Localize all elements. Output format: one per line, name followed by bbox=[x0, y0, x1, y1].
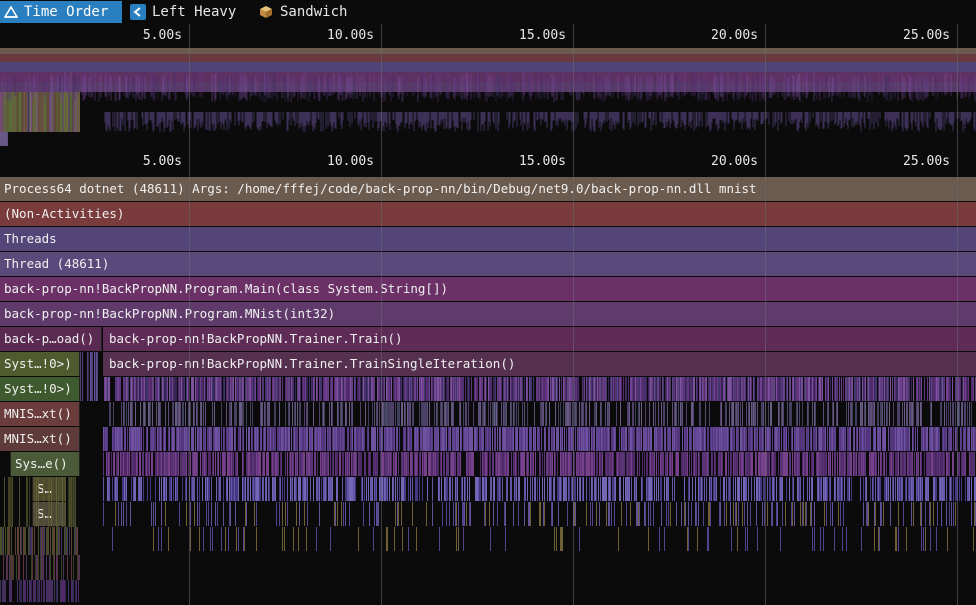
flame-gridline bbox=[381, 150, 382, 605]
flame-chart[interactable]: 5.00s 10.00s 15.00s 20.00s 25.00s Proces… bbox=[0, 150, 976, 605]
minimap-tick: 10.00s bbox=[327, 28, 374, 43]
tab-left-heavy[interactable]: Left Heavy bbox=[126, 1, 246, 23]
left-heavy-icon bbox=[130, 4, 146, 20]
flame-gridline bbox=[765, 150, 766, 605]
sandwich-icon bbox=[258, 4, 274, 20]
minimap-flame-overview bbox=[0, 48, 976, 150]
tab-sandwich[interactable]: Sandwich bbox=[254, 1, 364, 23]
tab-left-heavy-label: Left Heavy bbox=[152, 4, 237, 20]
minimap-sample-noise bbox=[0, 72, 976, 146]
minimap-gridline bbox=[189, 24, 190, 150]
minimap-tick: 20.00s bbox=[711, 28, 758, 43]
minimap[interactable]: 5.00s 10.00s 15.00s 20.00s 25.00s bbox=[0, 24, 976, 150]
time-order-icon bbox=[4, 6, 18, 18]
flame-gridline bbox=[189, 150, 190, 605]
minimap-gridline bbox=[381, 24, 382, 150]
minimap-gridline bbox=[765, 24, 766, 150]
minimap-time-axis: 5.00s 10.00s 15.00s 20.00s 25.00s bbox=[0, 24, 976, 48]
flame-sample-noise bbox=[0, 352, 976, 602]
minimap-tick: 25.00s bbox=[903, 28, 950, 43]
minimap-gridline bbox=[957, 24, 958, 150]
tab-sandwich-label: Sandwich bbox=[280, 4, 348, 20]
minimap-tick: 15.00s bbox=[519, 28, 566, 43]
tab-time-order[interactable]: Time Order bbox=[0, 1, 122, 23]
minimap-tick: 5.00s bbox=[142, 28, 182, 43]
tab-time-order-label: Time Order bbox=[24, 4, 109, 20]
flame-gridline bbox=[573, 150, 574, 605]
flame-gridline bbox=[957, 150, 958, 605]
toolbar: Time Order Left Heavy Sandwich bbox=[0, 0, 976, 24]
minimap-gridline bbox=[573, 24, 574, 150]
